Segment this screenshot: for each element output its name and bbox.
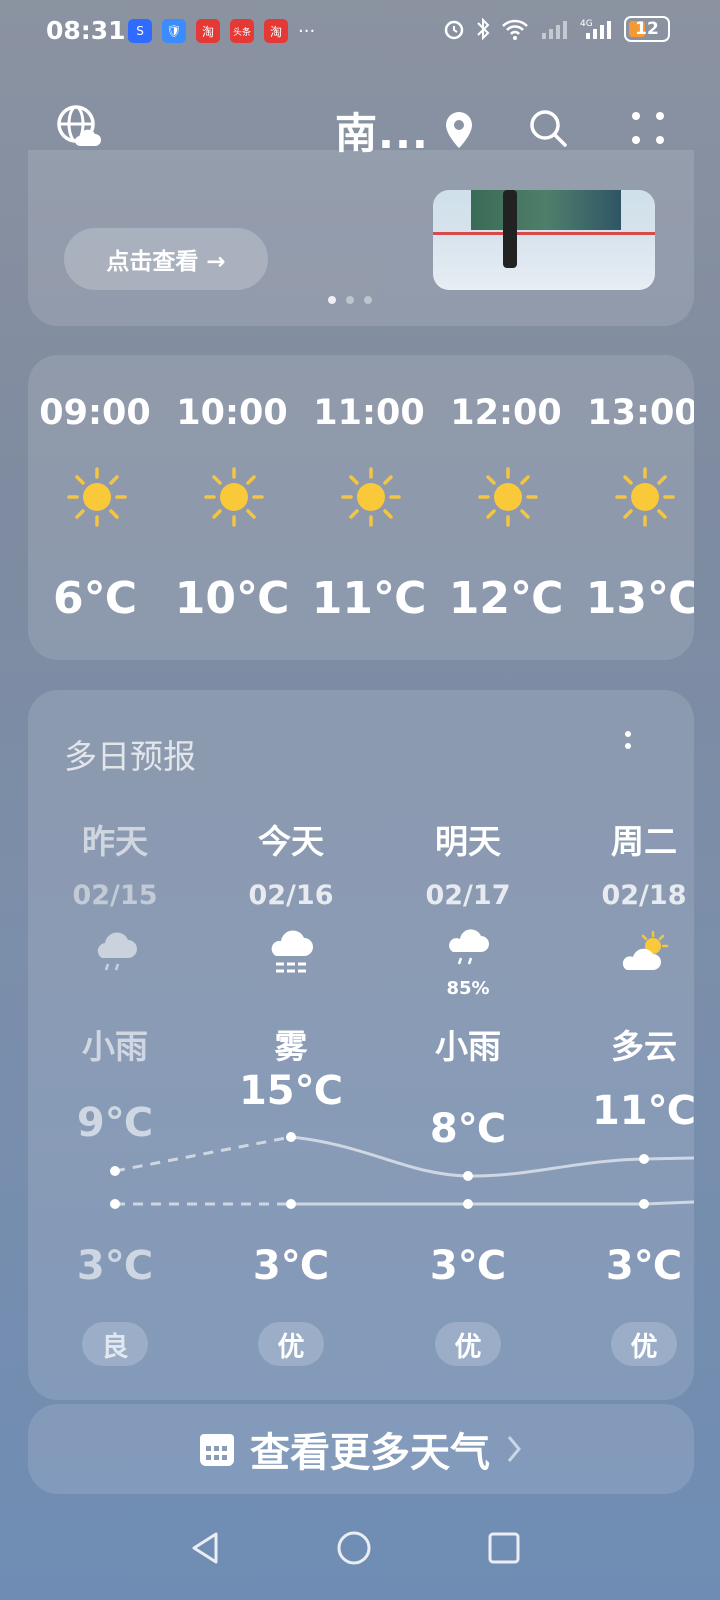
rain-cloud-icon bbox=[97, 932, 137, 971]
more-options-button[interactable] bbox=[628, 108, 668, 148]
video-thumbnail[interactable] bbox=[433, 190, 655, 290]
precip-probability: 85% bbox=[446, 978, 490, 999]
home-icon[interactable] bbox=[334, 1528, 374, 1568]
high-temp-point bbox=[463, 1171, 473, 1181]
signal-icon-2: 4G bbox=[580, 19, 611, 39]
battery-level: 12 bbox=[635, 19, 659, 39]
day-name: 明天 bbox=[435, 822, 501, 861]
daily-title: 多日预报 bbox=[64, 737, 196, 776]
day-date: 02/18 bbox=[601, 880, 687, 911]
carousel-dot bbox=[364, 296, 372, 304]
hour-temp: 6℃ bbox=[53, 573, 137, 624]
carousel-dot bbox=[328, 296, 336, 304]
app-badge-5: 淘 bbox=[264, 19, 288, 43]
day-date: 02/16 bbox=[248, 880, 334, 911]
high-temp-point bbox=[639, 1154, 649, 1164]
aqi-badge: 优 bbox=[611, 1322, 677, 1366]
hourly-forecast-card[interactable]: 09:00 6℃ 10:00 10℃ 11:00 11℃ 12:00 12℃ 1… bbox=[28, 355, 694, 660]
app-badge-1: S bbox=[128, 19, 152, 43]
hour-temp: 12℃ bbox=[448, 573, 564, 624]
search-button[interactable] bbox=[528, 108, 568, 148]
day-name: 今天 bbox=[258, 822, 324, 861]
high-temp-point bbox=[286, 1132, 296, 1142]
multi-day-forecast-card[interactable]: 多日预报 昨天 02/15 小雨 9℃ 3℃ 良 今天 02/16 雾 15℃ … bbox=[28, 690, 694, 1400]
day-condition: 小雨 bbox=[435, 1027, 501, 1066]
chevron-right-icon bbox=[507, 1436, 521, 1462]
app-badge-3: 淘 bbox=[196, 19, 220, 43]
sun-icon bbox=[204, 467, 264, 527]
app-badge-4: 头条 bbox=[230, 19, 254, 43]
hour-time: 09:00 bbox=[39, 393, 151, 433]
notification-icons: S 🛡 淘 头条 淘 ··· bbox=[128, 19, 315, 43]
fog-icon bbox=[271, 930, 313, 973]
low-temp-point bbox=[639, 1199, 649, 1209]
day-low-temp: 3℃ bbox=[76, 1243, 154, 1289]
carousel-dots bbox=[328, 296, 372, 304]
navigation-bar bbox=[0, 1500, 720, 1600]
globe-cloud-icon bbox=[57, 105, 101, 146]
aqi-badge: 良 bbox=[82, 1322, 148, 1366]
hour-time: 10:00 bbox=[176, 393, 288, 433]
day-low-temp: 3℃ bbox=[605, 1243, 683, 1289]
hour-time: 11:00 bbox=[313, 393, 425, 433]
hour-temp: 11℃ bbox=[311, 573, 427, 624]
four-dots-icon bbox=[632, 112, 664, 144]
hour-time: 13:00 bbox=[587, 393, 694, 433]
hour-temp: 13℃ bbox=[585, 573, 694, 624]
day-date: 02/17 bbox=[425, 880, 511, 911]
partly-cloudy-icon bbox=[622, 930, 669, 970]
bluetooth-icon bbox=[477, 17, 490, 41]
day-date: 02/15 bbox=[72, 880, 158, 911]
rain-cloud-icon bbox=[449, 929, 489, 965]
carousel-dot bbox=[346, 296, 354, 304]
low-temp-point bbox=[286, 1199, 296, 1209]
sun-icon bbox=[67, 467, 127, 527]
hour-temp: 10℃ bbox=[174, 573, 290, 624]
sun-icon bbox=[615, 467, 675, 527]
high-temp-point bbox=[110, 1166, 120, 1176]
search-icon bbox=[530, 110, 567, 147]
location-pin-icon bbox=[446, 112, 472, 148]
weather-video-card: 点击查看 → bbox=[28, 150, 694, 326]
day-high-temp: 9℃ bbox=[76, 1100, 154, 1146]
day-low-temp: 3℃ bbox=[429, 1243, 507, 1289]
aqi-badge: 优 bbox=[258, 1322, 324, 1366]
sun-icon bbox=[341, 467, 401, 527]
day-name: 昨天 bbox=[82, 822, 148, 861]
app-badge-2: 🛡 bbox=[162, 19, 186, 43]
view-video-button[interactable]: 点击查看 → bbox=[64, 228, 268, 290]
low-temp-point bbox=[463, 1199, 473, 1209]
day-high-temp: 11℃ bbox=[591, 1088, 694, 1134]
wifi-icon bbox=[502, 19, 528, 40]
day-low-temp: 3℃ bbox=[252, 1243, 330, 1289]
back-icon[interactable] bbox=[186, 1528, 226, 1568]
vertical-dots-icon[interactable] bbox=[618, 726, 638, 766]
signal-icon-1 bbox=[542, 21, 567, 39]
hour-time: 12:00 bbox=[450, 393, 562, 433]
battery-indicator: 12 bbox=[624, 16, 670, 42]
svg-text:4G: 4G bbox=[580, 19, 593, 29]
more-notifications: ··· bbox=[298, 20, 316, 42]
sun-icon bbox=[478, 467, 538, 527]
day-high-temp: 8℃ bbox=[429, 1106, 507, 1152]
day-high-temp: 15℃ bbox=[238, 1068, 344, 1114]
day-condition: 小雨 bbox=[82, 1027, 148, 1066]
status-icons: 4G 12 bbox=[442, 16, 670, 42]
aqi-badge: 优 bbox=[435, 1322, 501, 1366]
location-button[interactable] bbox=[442, 110, 476, 150]
recent-apps-icon[interactable] bbox=[484, 1528, 524, 1568]
status-bar: 08:31 S 🛡 淘 头条 淘 ··· 4G 12 bbox=[0, 0, 720, 64]
city-manage-button[interactable] bbox=[56, 104, 102, 150]
day-name: 周二 bbox=[611, 822, 677, 861]
status-time: 08:31 bbox=[46, 16, 126, 45]
day-condition: 多云 bbox=[611, 1027, 677, 1066]
more-weather-button[interactable]: 查看更多天气 bbox=[28, 1404, 694, 1494]
calendar-icon bbox=[200, 1434, 234, 1466]
alarm-icon bbox=[444, 20, 464, 40]
more-weather-label: 查看更多天气 bbox=[250, 1430, 490, 1476]
day-condition: 雾 bbox=[274, 1027, 308, 1066]
low-temp-point bbox=[110, 1199, 120, 1209]
low-temp-line bbox=[291, 1200, 694, 1206]
